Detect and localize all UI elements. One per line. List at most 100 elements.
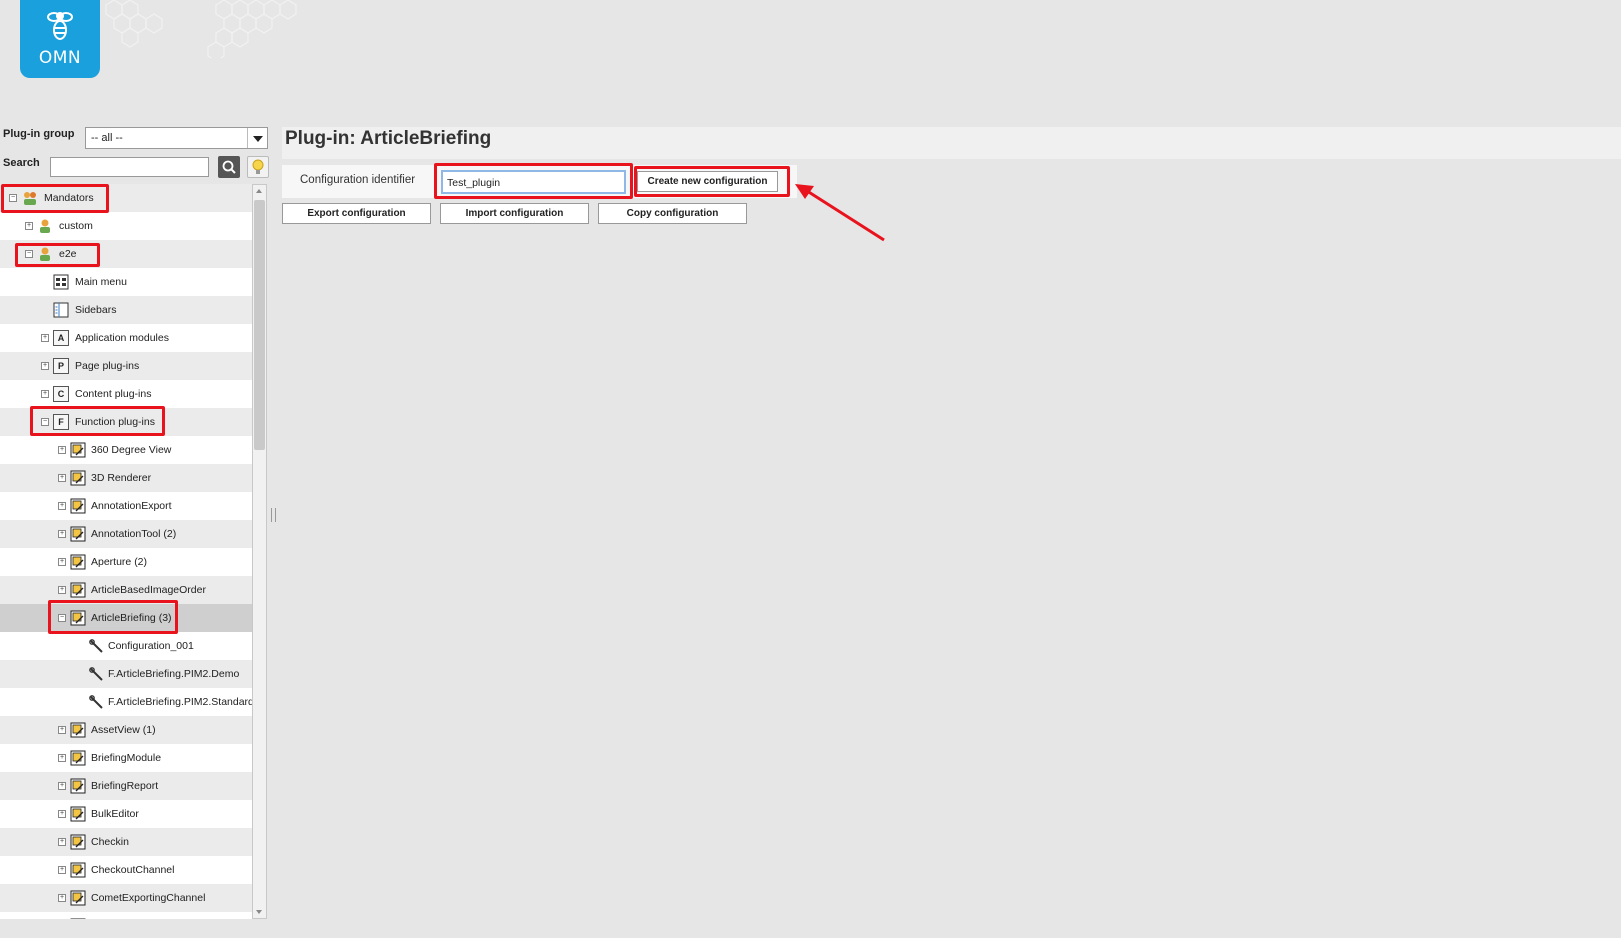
tree-row-plugin[interactable]: + 3D Renderer: [0, 464, 252, 492]
tree-label: F.ArticleBriefing.PIM2.Demo: [108, 668, 240, 680]
tree-row-main-menu[interactable]: Main menu: [0, 268, 252, 296]
tree-row-application-modules[interactable]: + A Application modules: [0, 324, 252, 352]
plugin-icon: [70, 722, 86, 738]
lightbulb-icon: [252, 159, 264, 174]
expand-icon[interactable]: +: [58, 530, 66, 538]
tree-row-plugin[interactable]: + CometExportingChannel: [0, 884, 252, 912]
tree-label: CheckoutChannel: [91, 864, 175, 876]
tree-row-plugin[interactable]: + Aperture (2): [0, 548, 252, 576]
create-configuration-button[interactable]: Create new configuration: [637, 171, 778, 192]
import-configuration-button[interactable]: Import configuration: [440, 203, 589, 224]
tree-row-page-plugins[interactable]: + P Page plug-ins: [0, 352, 252, 380]
tree-label: BriefingReport: [91, 780, 159, 792]
tree-label: Main menu: [75, 276, 127, 288]
expand-icon[interactable]: +: [58, 726, 66, 734]
tree-label: BriefingModule: [91, 752, 162, 764]
tree-row-plugin[interactable]: + Checkin: [0, 828, 252, 856]
scroll-up-arrow-icon[interactable]: [253, 185, 266, 198]
panel-splitter-handle[interactable]: [271, 508, 276, 522]
expand-icon[interactable]: +: [58, 586, 66, 594]
expand-icon[interactable]: +: [41, 390, 49, 398]
tree-row-plugin[interactable]: + BriefingModule: [0, 744, 252, 772]
expand-icon[interactable]: +: [41, 362, 49, 370]
tree-label: e2e: [59, 248, 77, 260]
expand-icon[interactable]: +: [58, 558, 66, 566]
tree-row-configuration[interactable]: F.ArticleBriefing.PIM2.Demo: [0, 660, 252, 688]
tree-row-plugin[interactable]: + BriefingReport: [0, 772, 252, 800]
search-button[interactable]: [218, 156, 240, 178]
plugin-tree: − Mandators + custom − e2e Main menu Sid…: [0, 184, 252, 919]
plugin-icon: [70, 750, 86, 766]
config-identifier-label: Configuration identifier: [300, 174, 416, 186]
collapse-icon[interactable]: −: [41, 418, 49, 426]
expand-icon[interactable]: +: [58, 894, 66, 902]
mandator-icon: [40, 219, 50, 233]
tree-row-plugin[interactable]: + AnnotationTool (2): [0, 520, 252, 548]
tree-row-custom[interactable]: + custom: [0, 212, 252, 240]
plugin-icon: [70, 498, 86, 514]
expand-icon[interactable]: +: [58, 838, 66, 846]
expand-icon[interactable]: +: [58, 782, 66, 790]
expand-icon[interactable]: +: [58, 474, 66, 482]
tree-label: AnnotationTool (2): [91, 528, 177, 540]
tree-label: Content plug-ins: [75, 388, 152, 400]
tree-row-e2e[interactable]: − e2e: [0, 240, 252, 268]
hint-button[interactable]: [247, 156, 269, 178]
tree-row-plugin[interactable]: [0, 912, 252, 919]
tree-label: AnnotationExport: [91, 500, 172, 512]
tree-label: Application modules: [75, 332, 169, 344]
main-menu-icon: [53, 274, 69, 290]
letter-c-icon: C: [53, 386, 69, 402]
export-configuration-button[interactable]: Export configuration: [282, 203, 431, 224]
scroll-thumb[interactable]: [254, 200, 265, 450]
tree-row-content-plugins[interactable]: + C Content plug-ins: [0, 380, 252, 408]
tree-scrollbar[interactable]: [252, 184, 267, 919]
red-arrow-icon: [795, 184, 885, 242]
tree-label: Aperture (2): [91, 556, 148, 568]
scroll-down-arrow-icon[interactable]: [253, 905, 266, 918]
honeycomb-decoration: [105, 0, 297, 58]
wrench-icon: [89, 639, 103, 653]
search-input[interactable]: [50, 157, 209, 177]
tree-row-configuration[interactable]: F.ArticleBriefing.PIM2.Standard: [0, 688, 252, 716]
tree-label: Mandators: [44, 192, 94, 204]
omn-logo[interactable]: OMN: [20, 0, 100, 78]
tree-label: Page plug-ins: [75, 360, 140, 372]
plugin-icon: [70, 806, 86, 822]
config-identifier-input[interactable]: Test_plugin: [441, 170, 626, 194]
tree-row-plugin[interactable]: + 360 Degree View: [0, 436, 252, 464]
tree-row-plugin[interactable]: + ArticleBasedImageOrder: [0, 576, 252, 604]
chevron-down-icon[interactable]: [247, 128, 267, 148]
plugin-group-select[interactable]: -- all --: [85, 127, 268, 149]
expand-icon[interactable]: +: [58, 446, 66, 454]
collapse-icon[interactable]: −: [58, 614, 66, 622]
tree-label: ArticleBriefing (3): [91, 612, 172, 624]
tree-row-plugin[interactable]: + BulkEditor: [0, 800, 252, 828]
tree-row-plugin[interactable]: + CheckoutChannel: [0, 856, 252, 884]
expand-icon[interactable]: +: [58, 810, 66, 818]
tree-label: ArticleBasedImageOrder: [91, 584, 206, 596]
tree-label: Checkin: [91, 836, 129, 848]
tree-row-function-plugins[interactable]: − F Function plug-ins: [0, 408, 252, 436]
expand-icon[interactable]: +: [58, 502, 66, 510]
tree-row-sidebars[interactable]: Sidebars: [0, 296, 252, 324]
tree-row-plugin[interactable]: + AnnotationExport: [0, 492, 252, 520]
tree-row-plugin[interactable]: + AssetView (1): [0, 716, 252, 744]
plugin-icon: [70, 610, 86, 626]
mandators-icon: [24, 192, 36, 205]
expand-icon[interactable]: +: [41, 334, 49, 342]
copy-configuration-button[interactable]: Copy configuration: [598, 203, 747, 224]
collapse-icon[interactable]: −: [9, 194, 17, 202]
expand-icon[interactable]: +: [25, 222, 33, 230]
search-label: Search: [3, 157, 40, 169]
tree-row-article-briefing[interactable]: − ArticleBriefing (3): [0, 604, 252, 632]
tree-label: BulkEditor: [91, 808, 139, 820]
expand-icon[interactable]: +: [58, 754, 66, 762]
tree-row-configuration[interactable]: Configuration_001: [0, 632, 252, 660]
collapse-icon[interactable]: −: [25, 250, 33, 258]
tree-label: custom: [59, 220, 93, 232]
tree-row-mandators[interactable]: − Mandators: [0, 184, 252, 212]
expand-icon[interactable]: +: [58, 866, 66, 874]
tree-label: AssetView (1): [91, 724, 156, 736]
tree-label: 360 Degree View: [91, 444, 172, 456]
